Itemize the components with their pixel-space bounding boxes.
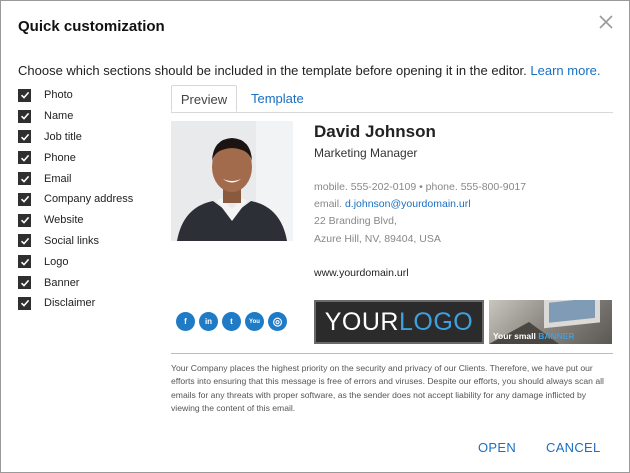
preview-tabs: Preview Template bbox=[171, 85, 613, 113]
check-icon bbox=[20, 92, 29, 100]
checkbox[interactable] bbox=[18, 213, 31, 227]
check-icon bbox=[20, 154, 29, 162]
company-logo: YOUR LOGO bbox=[314, 300, 484, 344]
profile-photo bbox=[171, 121, 293, 241]
section-item-phone[interactable]: Phone bbox=[18, 147, 133, 168]
check-icon bbox=[20, 175, 29, 183]
linkedin-icon[interactable]: in bbox=[199, 312, 218, 331]
check-icon bbox=[20, 300, 29, 308]
instagram-icon[interactable]: ◎ bbox=[268, 312, 287, 331]
disclaimer-divider bbox=[171, 353, 613, 354]
section-item-name[interactable]: Name bbox=[18, 106, 133, 127]
section-item-disclaimer[interactable]: Disclaimer bbox=[18, 293, 133, 314]
checkbox[interactable] bbox=[18, 109, 31, 123]
social-links: f in t You ◎ bbox=[176, 312, 287, 331]
check-icon bbox=[20, 113, 29, 120]
checkbox[interactable] bbox=[18, 276, 31, 290]
section-checklist: Photo Name Job title Phone Email Company… bbox=[18, 85, 133, 314]
signature-job-title: Marketing Manager bbox=[314, 146, 418, 160]
learn-more-link[interactable]: Learn more. bbox=[530, 63, 600, 78]
email-label: email. bbox=[314, 198, 343, 210]
check-icon bbox=[20, 133, 29, 141]
checkbox[interactable] bbox=[18, 234, 31, 248]
section-item-photo[interactable]: Photo bbox=[18, 85, 133, 106]
signature-website: www.yourdomain.url bbox=[314, 267, 409, 279]
quick-customization-dialog: Quick customization Choose which section… bbox=[0, 0, 630, 473]
check-icon bbox=[20, 279, 29, 287]
checkbox[interactable] bbox=[18, 130, 31, 144]
dialog-title: Quick customization bbox=[18, 18, 165, 35]
section-label: Email bbox=[44, 172, 72, 185]
twitter-icon[interactable]: t bbox=[222, 312, 241, 331]
check-icon bbox=[20, 258, 29, 266]
checkbox[interactable] bbox=[18, 192, 31, 206]
section-label: Banner bbox=[44, 276, 80, 289]
logo-text-your: YOUR bbox=[324, 307, 399, 336]
section-label: Photo bbox=[44, 89, 73, 102]
tab-template[interactable]: Template bbox=[251, 85, 304, 112]
signature-email-link[interactable]: d.johnson@yourdomain.url bbox=[345, 198, 471, 210]
intro-sentence: Choose which sections should be included… bbox=[18, 63, 527, 78]
section-label: Name bbox=[44, 110, 74, 123]
disclaimer-text: Your Company places the highest priority… bbox=[171, 363, 604, 413]
checkbox[interactable] bbox=[18, 296, 31, 310]
banner-text-banner: BANNER bbox=[538, 331, 575, 341]
section-label: Website bbox=[44, 214, 84, 227]
section-item-banner[interactable]: Banner bbox=[18, 272, 133, 293]
section-label: Company address bbox=[44, 193, 134, 206]
banner-caption: Your small BANNER bbox=[493, 331, 575, 341]
section-item-social-links[interactable]: Social links bbox=[18, 231, 133, 252]
check-icon bbox=[20, 217, 29, 224]
signature-address-line1: 22 Branding Blvd, bbox=[314, 215, 397, 227]
signature-email-line: email. d.johnson@yourdomain.url bbox=[314, 198, 471, 210]
banner-text-small: Your small bbox=[493, 331, 539, 341]
section-item-website[interactable]: Website bbox=[18, 210, 133, 231]
close-icon[interactable] bbox=[598, 14, 614, 30]
section-label: Logo bbox=[44, 255, 69, 268]
logo-text-logo: LOGO bbox=[398, 307, 474, 336]
check-icon bbox=[20, 196, 29, 204]
section-item-job-title[interactable]: Job title bbox=[18, 127, 133, 148]
checkbox[interactable] bbox=[18, 172, 31, 186]
facebook-icon[interactable]: f bbox=[176, 312, 195, 331]
section-label: Social links bbox=[44, 234, 100, 247]
checkbox[interactable] bbox=[18, 151, 31, 165]
signature-banner[interactable]: Your small BANNER bbox=[489, 300, 612, 344]
signature-address-line2: Azure Hill, NV, 89404, USA bbox=[314, 233, 441, 245]
signature-name: David Johnson bbox=[314, 122, 436, 141]
section-item-logo[interactable]: Logo bbox=[18, 251, 133, 272]
section-item-company-address[interactable]: Company address bbox=[18, 189, 133, 210]
signature-phone: mobile. 555-202-0109 • phone. 555-800-90… bbox=[314, 181, 527, 193]
youtube-icon[interactable]: You bbox=[245, 312, 264, 331]
section-label: Phone bbox=[44, 151, 76, 164]
cancel-button[interactable]: CANCEL bbox=[546, 440, 601, 455]
checkbox[interactable] bbox=[18, 88, 31, 102]
tab-preview[interactable]: Preview bbox=[171, 85, 237, 112]
check-icon bbox=[20, 237, 29, 245]
section-label: Job title bbox=[44, 130, 82, 143]
section-item-email[interactable]: Email bbox=[18, 168, 133, 189]
open-button[interactable]: OPEN bbox=[478, 440, 516, 455]
section-label: Disclaimer bbox=[44, 297, 96, 310]
checkbox[interactable] bbox=[18, 255, 31, 269]
intro-text: Choose which sections should be included… bbox=[18, 63, 601, 78]
